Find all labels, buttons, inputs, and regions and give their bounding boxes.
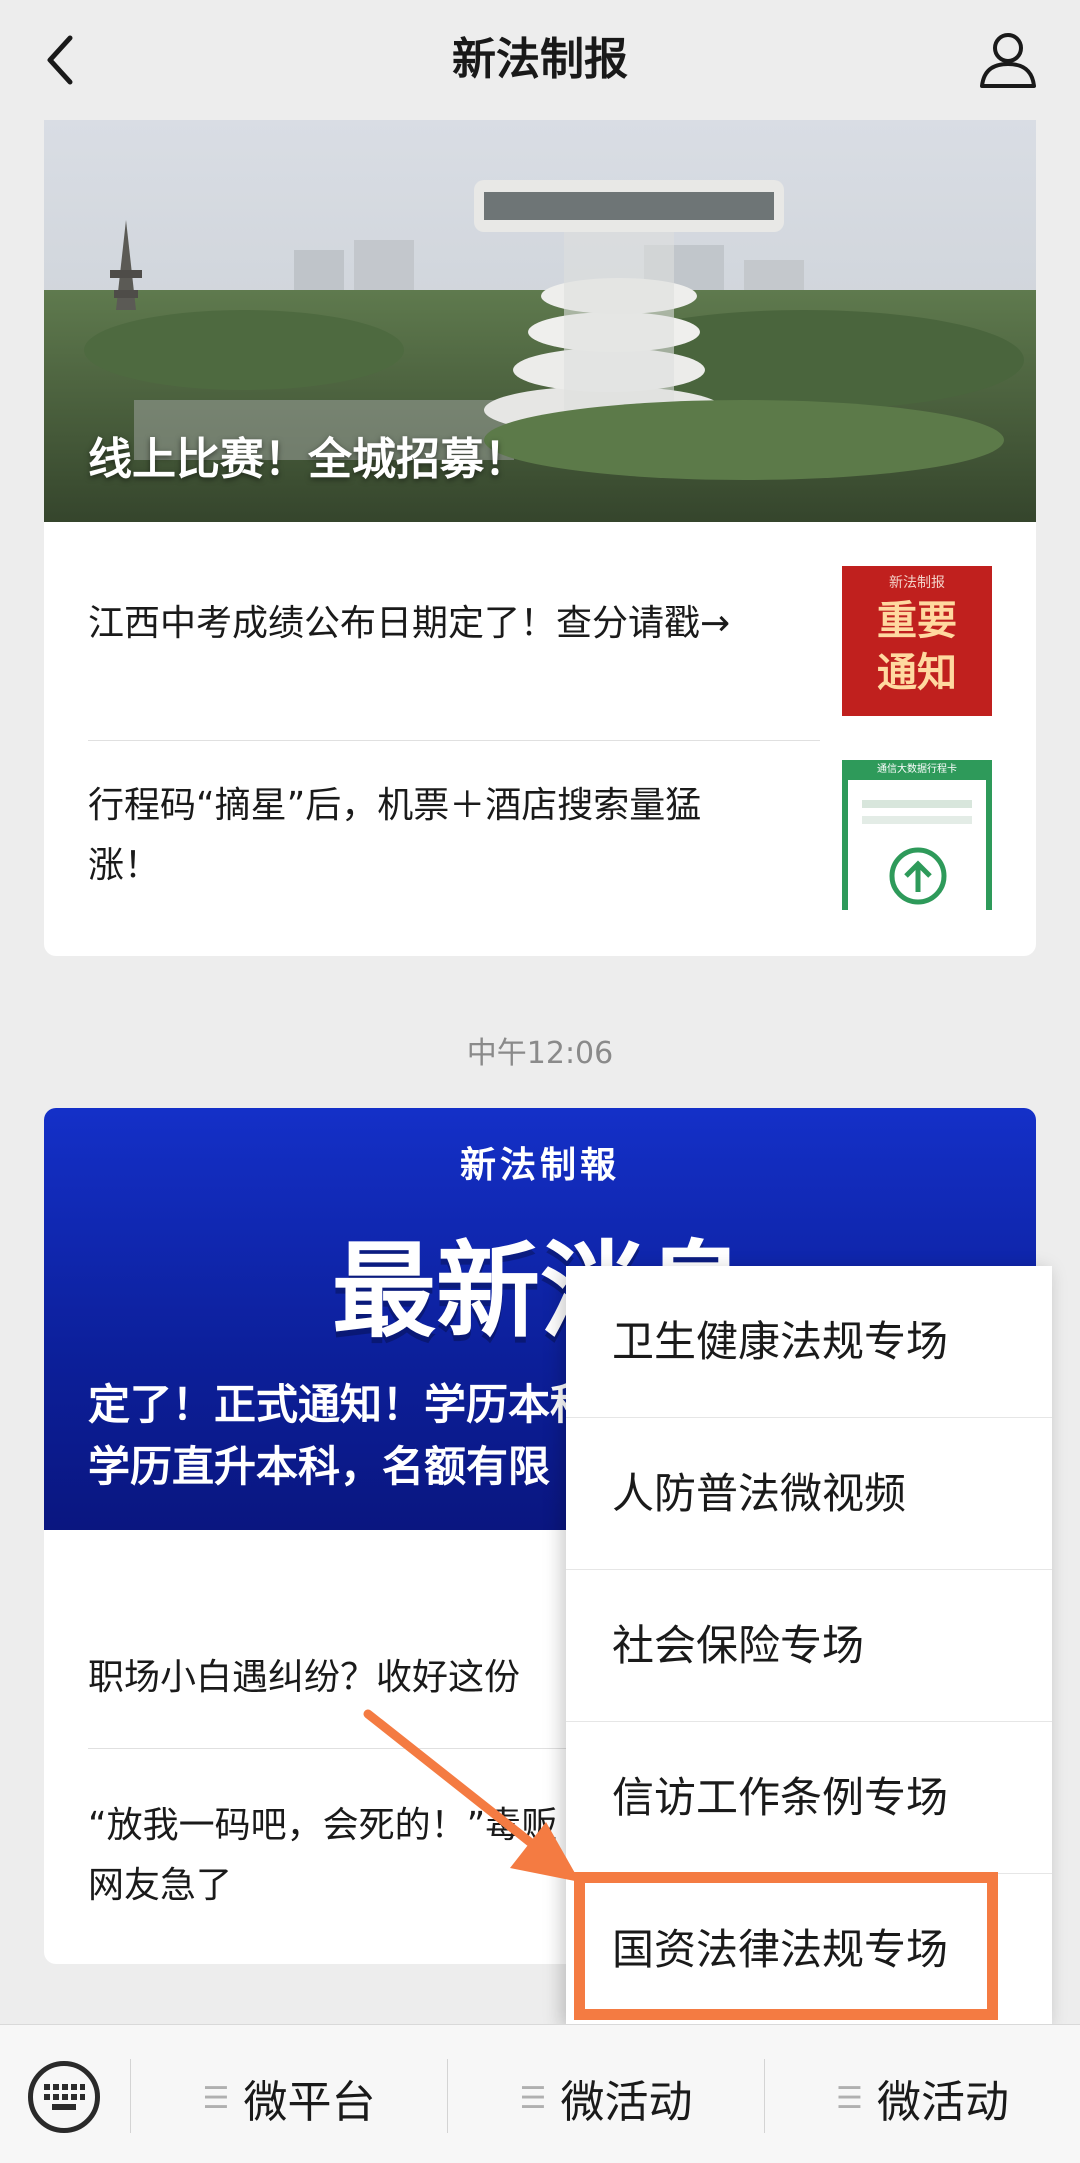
- menu-label: 微活动: [560, 2077, 693, 2128]
- article-card-1: 线上比赛！全城招募！ 江西中考成绩公布日期定了！查分请戳→ 新法制报 重要 通知…: [44, 120, 1036, 956]
- menu-lines-icon: ☰: [836, 2080, 863, 2116]
- thumb-line-1: 重要: [877, 598, 957, 644]
- profile-button[interactable]: [976, 28, 1040, 92]
- menu-button-3[interactable]: ☰ 微活动: [765, 2061, 1080, 2135]
- submenu-item-label: 人防普法微视频: [612, 1469, 907, 1518]
- submenu-item[interactable]: 社会保险专场: [566, 1570, 1052, 1722]
- menu-lines-icon: ☰: [202, 2080, 230, 2116]
- submenu-item-label: 社会保险专场: [612, 1621, 865, 1670]
- menu-button-2[interactable]: ☰ 微活动: [448, 2061, 764, 2135]
- divider: [88, 740, 820, 741]
- submenu-item[interactable]: 卫生健康法规专场: [566, 1266, 1052, 1418]
- hero-brand: 新法制報: [459, 1144, 620, 1186]
- thumb-header: 通信大数据行程卡: [848, 760, 986, 780]
- article-title-line-2: 涨！: [88, 845, 161, 886]
- thumb-bar: [862, 800, 972, 808]
- article-title: 江西中考成绩公布日期定了！查分请戳→: [88, 603, 731, 644]
- hero-article-link[interactable]: 线上比赛！全城招募！: [44, 120, 1036, 522]
- submenu-item[interactable]: 信访工作条例专场: [566, 1722, 1052, 1874]
- submenu-item-label: 卫生健康法规专场: [612, 1317, 949, 1366]
- submenu-item-label: 信访工作条例专场: [612, 1773, 949, 1822]
- menu-button-1[interactable]: ☰ 微平台: [131, 2061, 447, 2135]
- trip-card-thumbnail: 通信大数据行程卡: [842, 760, 992, 910]
- menu-label: 微活动: [876, 2077, 1009, 2128]
- article-title-line-1: 行程码“摘星”后，机票＋酒店搜索量猛: [88, 785, 702, 826]
- thumb-bar: [862, 816, 972, 824]
- message-timestamp: 中午12:06: [466, 1036, 614, 1071]
- thumb-brand: 新法制报: [889, 575, 945, 591]
- menu-label: 微平台: [243, 2077, 376, 2128]
- top-nav-bar: 新法制报: [0, 0, 1080, 120]
- highlight-box: [574, 1872, 998, 2020]
- user-icon: [980, 33, 1036, 88]
- bottom-menu-bar: ☰ 微平台 ☰ 微活动 ☰ 微活动: [0, 2024, 1080, 2163]
- notice-thumbnail: 新法制报 重要 通知: [842, 566, 992, 716]
- hero-line-2: 学历直升本科，名额有限: [88, 1442, 551, 1491]
- keyboard-toggle-button[interactable]: [28, 2061, 100, 2133]
- page-title: 新法制报: [452, 34, 628, 85]
- thumb-line-2: 通知: [877, 650, 957, 696]
- hero-line-1: 定了！正式通知！学历本科: [88, 1380, 593, 1429]
- keyboard-icon: [44, 2084, 85, 2110]
- submenu-item[interactable]: 人防普法微视频: [566, 1418, 1052, 1570]
- menu-lines-icon: ☰: [519, 2080, 547, 2116]
- arrow-up-circle-icon: [889, 847, 947, 905]
- hero-caption: 线上比赛！全城招募！: [88, 434, 528, 485]
